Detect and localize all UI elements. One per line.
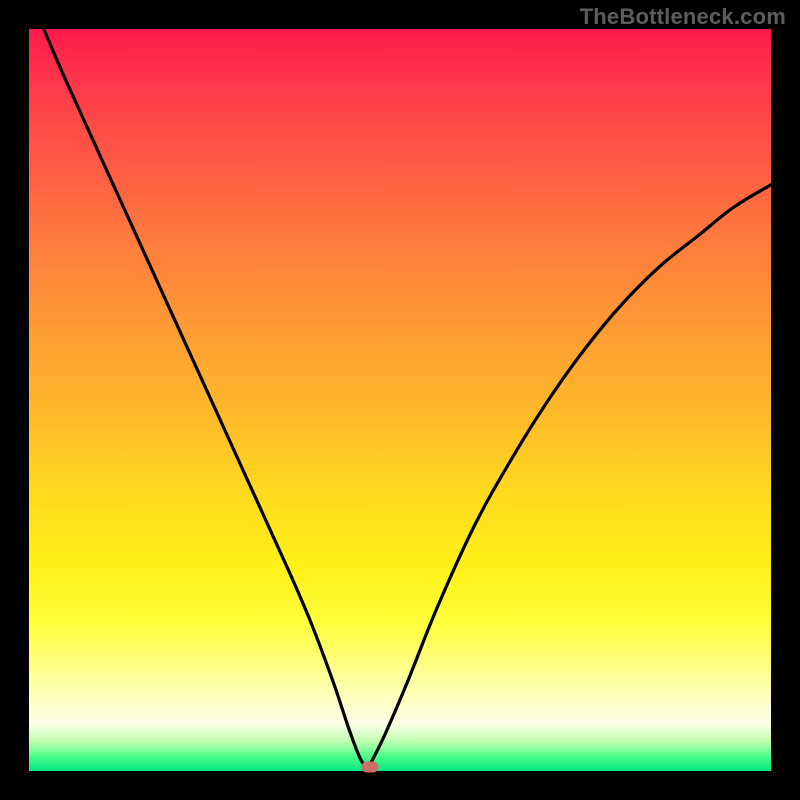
plot-area [29,29,771,771]
watermark-text: TheBottleneck.com [580,4,786,30]
bottleneck-curve [29,29,771,771]
bottleneck-curve-path [44,29,771,768]
optimum-marker [362,761,379,772]
chart-frame: TheBottleneck.com [0,0,800,800]
